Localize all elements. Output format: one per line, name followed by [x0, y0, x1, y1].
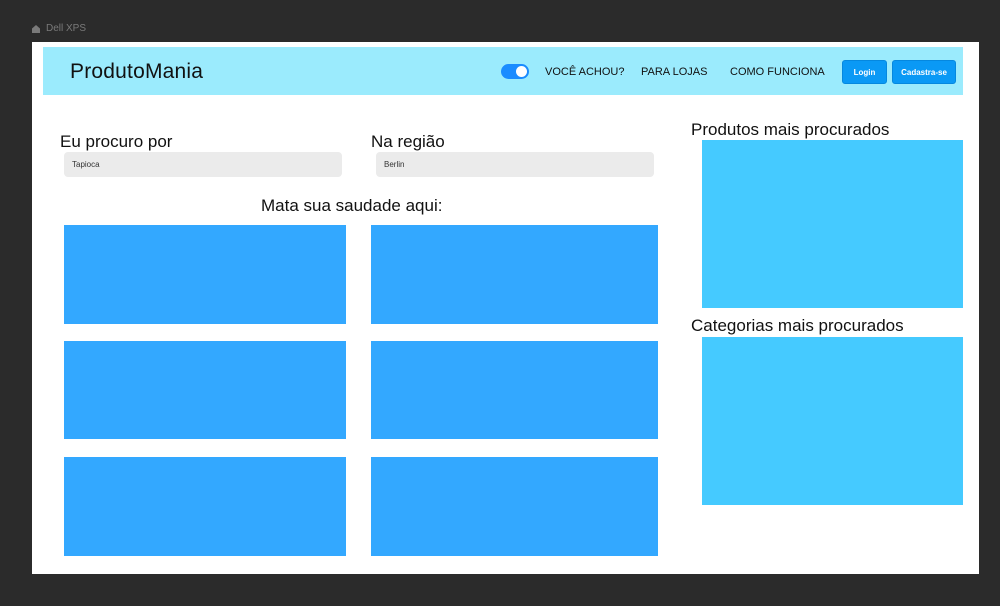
query-label: Eu procuro por [60, 132, 173, 151]
product-tile[interactable] [371, 341, 658, 439]
device-name: Dell XPS [46, 23, 87, 34]
nav-link-voce-achou[interactable]: VOCÊ ACHOU? [545, 66, 624, 78]
nav-link-para-lojas[interactable]: PARA LOJAS [641, 66, 707, 78]
top-navbar: ProdutoMania VOCÊ ACHOU? PARA LOJAS COMO… [43, 47, 963, 95]
signup-button[interactable]: Cadastra-se [892, 60, 956, 84]
top-products-title: Produtos mais procurados [691, 120, 890, 139]
top-categories-panel [702, 337, 963, 505]
top-categories-title: Categorias mais procurados [691, 316, 904, 335]
home-icon [32, 24, 40, 33]
top-products-panel [702, 140, 963, 308]
product-tile[interactable] [64, 457, 346, 556]
theme-toggle[interactable] [501, 64, 529, 79]
nav-link-como-funciona[interactable]: COMO FUNCIONA [730, 66, 825, 78]
product-tile[interactable] [64, 225, 346, 324]
toggle-knob [516, 66, 527, 77]
region-label: Na região [371, 132, 445, 151]
app-frame: ProdutoMania VOCÊ ACHOU? PARA LOJAS COMO… [32, 42, 979, 574]
region-input[interactable] [376, 152, 654, 177]
device-frame-label: Dell XPS [32, 23, 86, 34]
product-tile[interactable] [64, 341, 346, 439]
main-section-title: Mata sua saudade aqui: [261, 196, 443, 215]
product-tile[interactable] [371, 457, 658, 556]
login-button[interactable]: Login [842, 60, 887, 84]
brand-logo[interactable]: ProdutoMania [70, 60, 203, 84]
product-tile[interactable] [371, 225, 658, 324]
query-input[interactable] [64, 152, 342, 177]
